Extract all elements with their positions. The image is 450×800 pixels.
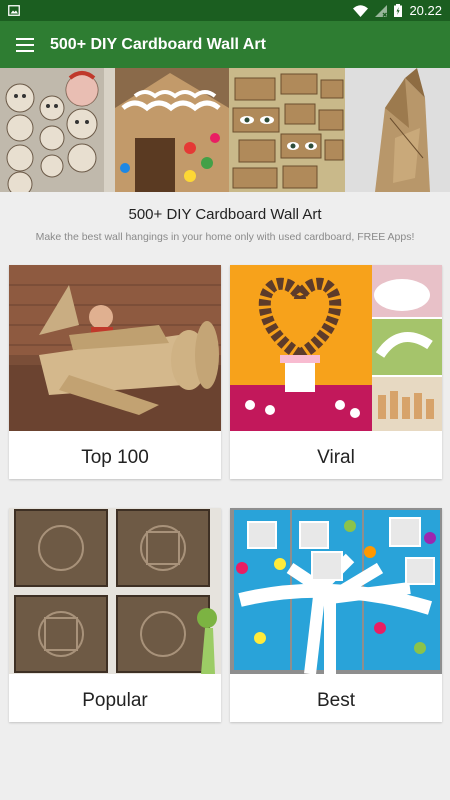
category-card-popular[interactable]: Popular	[9, 508, 221, 722]
status-clock: 20.22	[409, 3, 442, 18]
banner-image-eye-wall-art	[229, 68, 345, 192]
banner-image-gingerbread-house	[115, 68, 229, 192]
card-image-cardboard-airplane	[9, 265, 221, 431]
image-notification-icon	[8, 5, 20, 16]
hamburger-menu-icon[interactable]	[16, 37, 34, 52]
card-label: Viral	[317, 447, 355, 468]
app-name: 500+ DIY Cardboard Wall Art	[128, 206, 322, 223]
app-bar-title: 500+ DIY Cardboard Wall Art	[50, 35, 266, 53]
status-bar: 20.22	[0, 0, 450, 21]
app-bar: 500+ DIY Cardboard Wall Art	[0, 21, 450, 68]
battery-icon	[394, 4, 403, 17]
wifi-icon	[353, 4, 369, 17]
app-info: 500+ DIY Cardboard Wall Art Make the bes…	[0, 192, 450, 243]
card-label: Top 100	[81, 447, 149, 468]
banner-image-cardboard-sculpture	[345, 68, 450, 192]
category-card-best[interactable]: Best	[230, 508, 442, 722]
card-image-family-tree	[230, 508, 442, 674]
card-image-embossed-tiles	[9, 508, 221, 674]
card-label: Best	[316, 690, 356, 711]
category-card-viral[interactable]: Viral	[230, 265, 442, 479]
header-banner	[0, 68, 450, 192]
banner-image-face-totems	[0, 68, 115, 192]
card-image-tube-heart-collage	[230, 265, 442, 431]
card-label: Popular	[82, 690, 148, 711]
category-card-top-100[interactable]: Top 100	[9, 265, 221, 479]
signal-icon	[375, 4, 388, 17]
app-description: Make the best wall hangings in your home…	[35, 231, 415, 243]
